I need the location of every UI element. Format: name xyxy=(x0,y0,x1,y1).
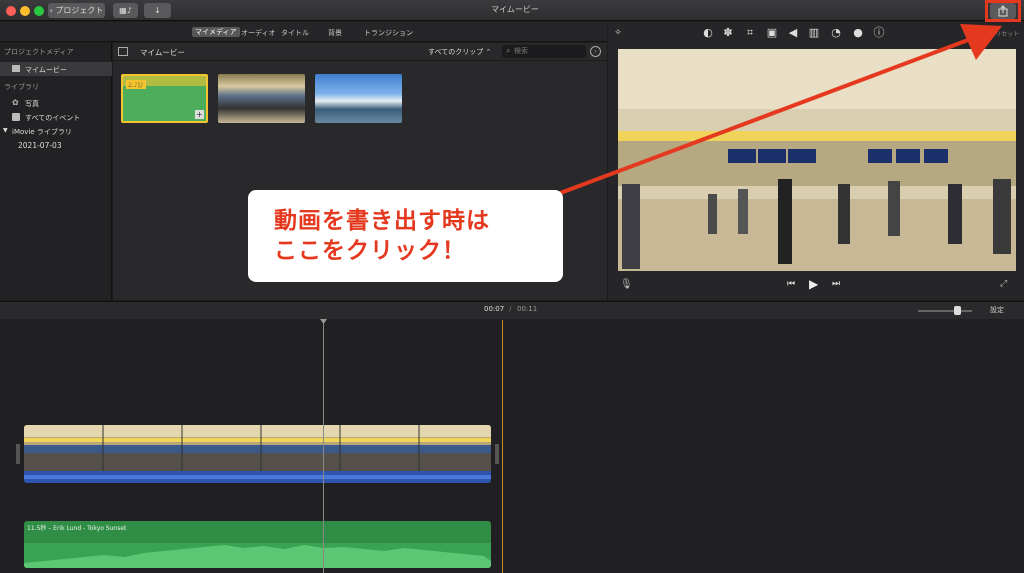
media-library-button[interactable]: ▦♪ xyxy=(113,3,138,18)
close-window-button[interactable] xyxy=(6,6,16,16)
video-filmstrip xyxy=(24,425,491,483)
sidebar-heading-libraries: ライブラリ xyxy=(4,83,39,91)
clip-filter-select[interactable]: すべてのクリップ ⌃ xyxy=(428,47,491,57)
clip-right-handle[interactable] xyxy=(495,444,499,464)
playhead[interactable] xyxy=(323,320,324,573)
browser-title: マイムービー xyxy=(140,48,185,57)
zoom-slider[interactable] xyxy=(918,310,972,312)
updown-chevron-icon: ⌃ xyxy=(485,48,492,56)
sidebar-item-photos[interactable]: 写真 xyxy=(25,99,39,109)
zoom-slider-knob[interactable] xyxy=(954,306,961,315)
tab-audio[interactable]: オーディオ xyxy=(241,28,276,38)
callout-arrow xyxy=(554,24,1002,197)
media-clip-station[interactable] xyxy=(218,74,305,123)
photos-icon: ✿ xyxy=(12,98,19,107)
add-clip-icon[interactable]: + xyxy=(195,110,204,119)
zoom-window-button[interactable] xyxy=(34,6,44,16)
total-time: 00:11 xyxy=(517,305,538,313)
tab-titles[interactable]: タイトル xyxy=(281,28,309,38)
tab-my-media[interactable]: マイメディア xyxy=(192,27,240,37)
play-icon[interactable]: ▶ xyxy=(809,277,818,291)
sidebar-heading-project-media: プロジェクトメディア xyxy=(4,48,74,56)
media-clip-audio[interactable]: 3.7秒 + xyxy=(121,74,208,123)
time-separator: / xyxy=(509,305,512,313)
microphone-icon[interactable]: 🎙 xyxy=(620,279,633,290)
search-icon: ⌕ xyxy=(506,46,511,55)
clip-left-handle[interactable] xyxy=(16,444,20,464)
minimize-window-button[interactable] xyxy=(20,6,30,16)
film-icon xyxy=(12,65,20,72)
skip-back-icon[interactable]: ⏮ xyxy=(787,279,795,289)
timeline-settings-button[interactable]: 設定 xyxy=(990,305,1004,315)
timeline-audio-clip[interactable]: 11.5秒 – Erik Lund - Tokyo Sunset xyxy=(24,521,491,568)
project-end-marker xyxy=(502,320,503,573)
import-button[interactable]: ↓ xyxy=(144,3,171,18)
annotation-line-2: ここをクリック！ xyxy=(274,238,466,264)
media-clip-harbor[interactable] xyxy=(315,74,402,123)
annotation-text: 動画を書き出す時は ここをクリック！ xyxy=(274,206,554,266)
skip-forward-icon[interactable]: ⏭ xyxy=(832,279,840,289)
fullscreen-icon[interactable]: ⤢ xyxy=(1000,279,1007,289)
sidebar-item-event-date[interactable]: 2021-07-03 xyxy=(18,141,62,150)
tab-backgrounds[interactable]: 背景 xyxy=(328,28,342,38)
back-to-projects-button[interactable]: ‹ プロジェクト xyxy=(48,3,105,18)
download-arrow-icon: ↓ xyxy=(154,6,161,15)
film-music-icon: ▦♪ xyxy=(119,6,132,15)
timeline-video-clip[interactable] xyxy=(24,425,491,483)
star-icon xyxy=(12,113,20,121)
share-button-highlight xyxy=(985,0,1021,22)
disclosure-triangle-icon[interactable]: ▼ xyxy=(3,127,8,134)
window-title: マイムービー xyxy=(491,5,539,14)
annotation-line-1: 動画を書き出す時は xyxy=(274,208,490,234)
sidebar-toggle-icon[interactable] xyxy=(118,47,128,56)
sidebar-item-project-label: マイムービー xyxy=(25,66,67,74)
current-time: 00:07 xyxy=(484,305,505,313)
audio-waveform xyxy=(24,543,491,568)
sidebar-item-library[interactable]: iMovie ライブラリ xyxy=(12,127,72,137)
tab-transitions[interactable]: トランジション xyxy=(364,28,413,38)
sidebar-item-all-events[interactable]: すべてのイベント xyxy=(25,113,80,123)
timeline-header xyxy=(0,301,1024,319)
